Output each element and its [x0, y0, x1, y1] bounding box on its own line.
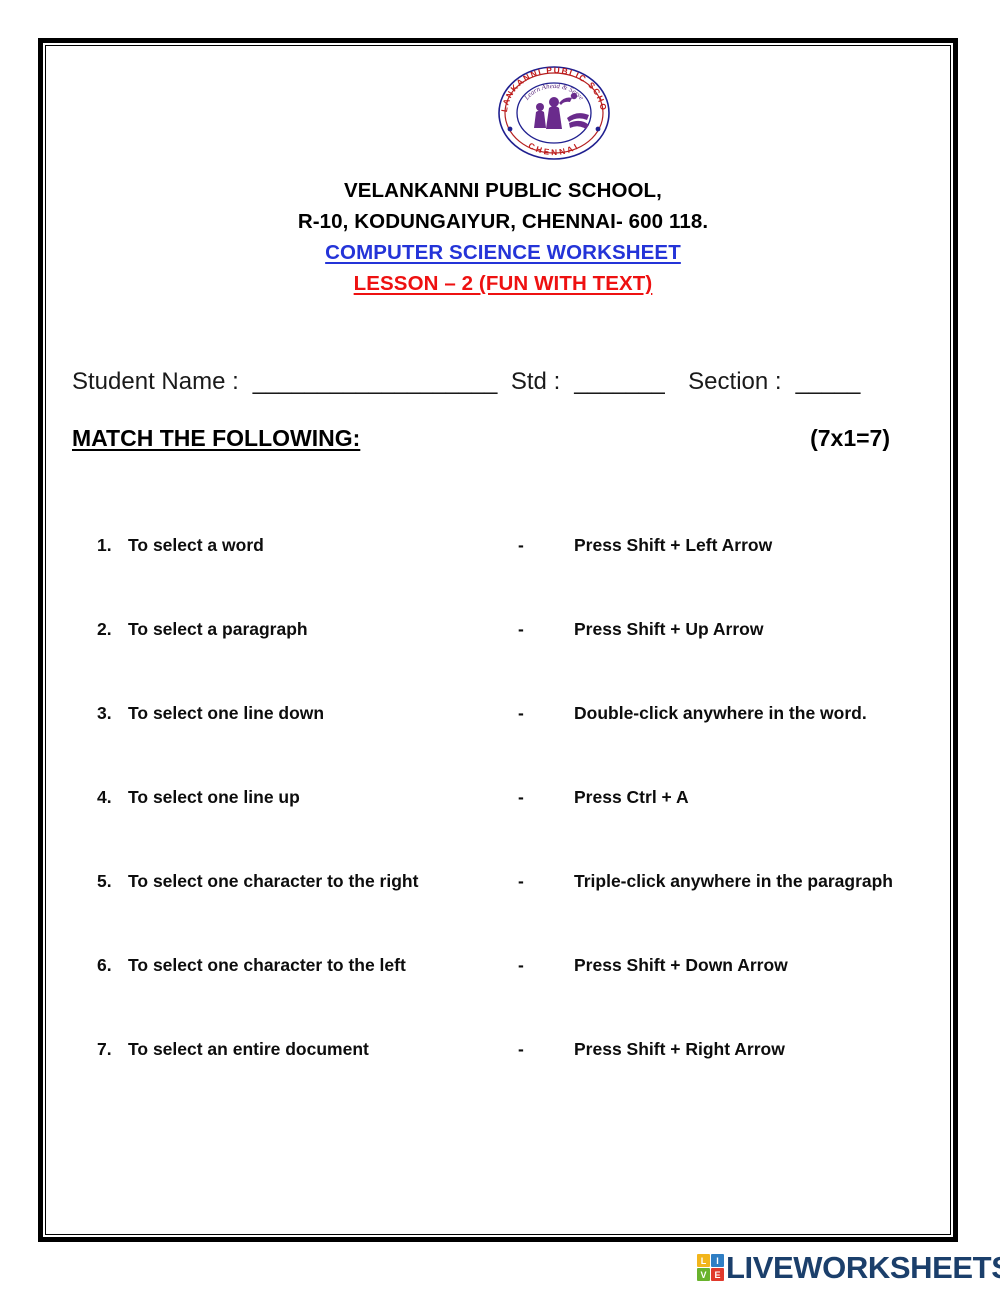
item-number: 7.: [97, 1039, 112, 1059]
match-item-row: 2. To select a paragraph - Press Shift +…: [97, 619, 947, 703]
item-number: 1.: [97, 535, 112, 555]
worksheet-page: VELANKANNI PUBLIC SCHOOL CHENNAI Learn A…: [38, 38, 958, 1242]
school-name: VELANKANNI PUBLIC SCHOOL,: [344, 179, 662, 202]
item-prompt[interactable]: To select an entire document: [128, 1039, 369, 1060]
match-item-row: 1. To select a word - Press Shift + Left…: [97, 535, 947, 619]
school-logo-icon: VELANKANNI PUBLIC SCHOOL CHENNAI Learn A…: [495, 63, 613, 163]
std-label: Std :: [510, 368, 561, 395]
student-name-input[interactable]: ___________________: [253, 368, 498, 395]
item-dash: -: [518, 619, 524, 639]
item-dash: -: [518, 787, 524, 807]
match-item-row: 5. To select one character to the right …: [97, 871, 947, 955]
liveworksheets-blocks-icon: L I V E: [697, 1254, 724, 1281]
item-answer[interactable]: Double-click anywhere in the word.: [574, 703, 867, 724]
item-prompt[interactable]: To select one line down: [128, 703, 324, 724]
item-prompt[interactable]: To select one character to the left: [128, 955, 406, 976]
item-answer[interactable]: Press Shift + Up Arrow: [574, 619, 763, 640]
liveworksheets-wordmark: LIVEWORKSHEETS: [726, 1250, 1000, 1285]
item-prompt[interactable]: To select one character to the right: [128, 871, 418, 892]
item-number: 2.: [97, 619, 112, 639]
item-dash: -: [518, 871, 524, 891]
student-name-label: Student Name :: [72, 368, 239, 395]
item-dash: -: [518, 1039, 524, 1059]
exercise-heading-row: MATCH THE FOLLOWING: (7x1=7): [72, 425, 932, 452]
section-input[interactable]: _____: [796, 368, 861, 395]
std-input[interactable]: _______: [574, 368, 664, 395]
item-answer[interactable]: Press Shift + Left Arrow: [574, 535, 772, 556]
exercise-marks: (7x1=7): [810, 425, 890, 451]
item-number: 3.: [97, 703, 112, 723]
student-info-row: Student Name : ___________________ Std : __…: [72, 368, 932, 396]
block-letter-e: E: [711, 1268, 724, 1281]
liveworksheets-logo[interactable]: L I V E LIVEWORKSHEETS: [697, 1252, 1000, 1283]
item-dash: -: [518, 535, 524, 555]
school-address: R-10, KODUNGAIYUR, CHENNAI- 600 118.: [297, 210, 709, 233]
item-dash: -: [518, 955, 524, 975]
item-answer[interactable]: Triple-click anywhere in the paragraph: [574, 871, 893, 892]
block-letter-v: V: [697, 1268, 710, 1281]
item-answer[interactable]: Press Shift + Right Arrow: [574, 1039, 785, 1060]
match-item-row: 4. To select one line up - Press Ctrl + …: [97, 787, 947, 871]
block-letter-i: I: [711, 1254, 724, 1267]
item-number: 4.: [97, 787, 112, 807]
item-answer[interactable]: Press Shift + Down Arrow: [574, 955, 788, 976]
match-item-row: 7. To select an entire document - Press …: [97, 1039, 947, 1123]
match-item-row: 3. To select one line down - Double-clic…: [97, 703, 947, 787]
block-letter-l: L: [697, 1254, 710, 1267]
section-label: Section :: [688, 368, 782, 395]
subject-title: COMPUTER SCIENCE WORKSHEET: [325, 241, 681, 264]
worksheet-header: VELANKANNI PUBLIC SCHOOL, R-10, KODUNGAI…: [43, 175, 963, 299]
match-the-following-list: 1. To select a word - Press Shift + Left…: [97, 535, 947, 1123]
exercise-title: MATCH THE FOLLOWING:: [72, 425, 361, 451]
item-prompt[interactable]: To select a paragraph: [128, 619, 308, 640]
item-dash: -: [518, 703, 524, 723]
item-prompt[interactable]: To select one line up: [128, 787, 300, 808]
item-number: 5.: [97, 871, 112, 891]
item-number: 6.: [97, 955, 112, 975]
match-item-row: 6. To select one character to the left -…: [97, 955, 947, 1039]
item-answer[interactable]: Press Ctrl + A: [574, 787, 689, 808]
item-prompt[interactable]: To select a word: [128, 535, 264, 556]
lesson-title: LESSON – 2 (FUN WITH TEXT): [353, 272, 653, 295]
worksheet-content: VELANKANNI PUBLIC SCHOOL CHENNAI Learn A…: [43, 43, 953, 1237]
